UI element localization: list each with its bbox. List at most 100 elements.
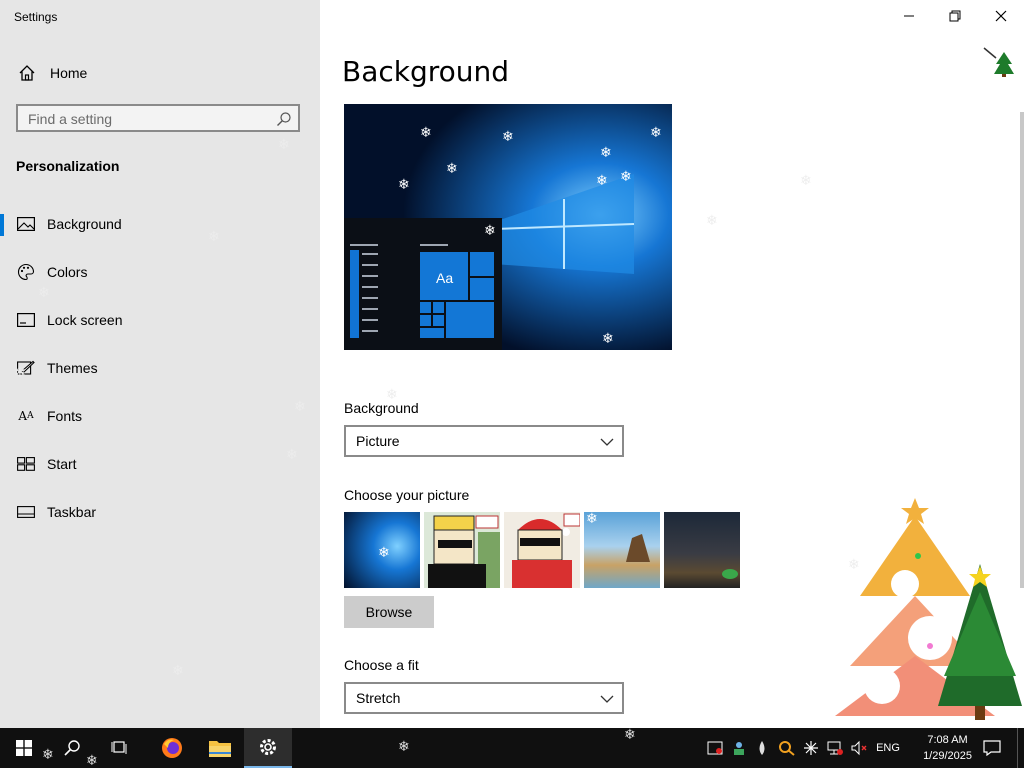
sidebar-item-label: Taskbar [47, 504, 97, 520]
tray-app-icon-3[interactable] [776, 728, 798, 768]
taskbar-icon [17, 503, 35, 521]
sidebar-item-label: Themes [47, 360, 98, 376]
snowflake-icon: ❄ [86, 752, 98, 768]
snowflake-icon: ❄ [14, 364, 26, 380]
snowflake-icon: ❄ [386, 386, 398, 402]
sidebar-nav: Background Colors Lock screen Themes AA … [0, 200, 320, 536]
snowflake-icon: ❄ [42, 746, 54, 762]
snowflake-icon: ❄ [620, 168, 632, 184]
snowflake-icon: ❄ [172, 662, 184, 678]
sidebar-item-label: Start [47, 456, 77, 472]
search-icon [64, 740, 80, 756]
file-explorer-taskbar-button[interactable] [196, 728, 244, 768]
picture-thumbnail-3[interactable] [504, 512, 580, 588]
snowflake-icon: ❄ [378, 544, 390, 560]
search-input[interactable]: Find a setting [16, 104, 300, 132]
tray-app-icon-2[interactable] [728, 728, 750, 768]
picture-thumbnail-1[interactable]: ❄ [344, 512, 420, 588]
search-icon[interactable] [276, 111, 292, 127]
snowflake-icon: ❄ [596, 172, 608, 188]
notification-icon [983, 740, 1001, 756]
choose-fit-label: Choose a fit [344, 657, 419, 673]
browse-button[interactable]: Browse [344, 596, 434, 628]
task-view-icon [111, 741, 127, 754]
clock-date: 1/29/2025 [923, 750, 972, 762]
tray-app-icon-1[interactable] [704, 728, 726, 768]
close-button[interactable] [978, 0, 1024, 32]
snowflake-icon: ❄ [600, 144, 612, 160]
window-controls [886, 0, 1024, 32]
sidebar-item-lock-screen[interactable]: Lock screen [0, 296, 320, 344]
sidebar-item-themes[interactable]: Themes [0, 344, 320, 392]
gear-icon [260, 739, 276, 755]
picture-thumbnail-5[interactable] [664, 512, 740, 588]
folder-icon [209, 741, 231, 757]
sidebar-item-start[interactable]: Start [0, 440, 320, 488]
fit-dropdown-value: Stretch [356, 690, 401, 706]
search-placeholder: Find a setting [28, 111, 113, 127]
chevron-down-icon [600, 438, 614, 446]
preview-tile-text: Aa [436, 270, 454, 286]
volume-muted-icon[interactable] [848, 728, 870, 768]
picture-thumbnail-4[interactable]: ❄ [584, 512, 660, 588]
notifications-button[interactable] [978, 728, 1006, 768]
background-preview: Aa ❄ ❄ ❄ ❄ ❄ ❄ ❄ ❄ ❄ ❄ [344, 104, 672, 350]
snowflake-icon: ❄ [650, 124, 662, 140]
snowflake-icon: ❄ [294, 398, 306, 414]
sidebar-item-fonts[interactable]: AA Fonts [0, 392, 320, 440]
restore-button[interactable] [932, 0, 978, 32]
show-desktop-button[interactable] [1017, 728, 1024, 768]
sidebar-item-label: Colors [47, 264, 88, 280]
snowflake-icon: ❄ [278, 136, 290, 152]
taskbar: ❄ ❄ ❄ ❄ ENG 7:08 AM 1/29/2025 [0, 726, 1024, 768]
task-view-button[interactable] [96, 728, 144, 768]
snowflake-icon: ❄ [420, 124, 432, 140]
sidebar-item-label: Fonts [47, 408, 83, 424]
snowflake-icon: ❄ [484, 222, 496, 238]
snowflake-icon: ❄ [398, 738, 410, 754]
background-label: Background [344, 400, 419, 416]
home-icon [19, 65, 35, 81]
chevron-down-icon [600, 695, 614, 703]
snowflake-icon: ❄ [848, 556, 860, 572]
tray-snowflake-icon[interactable] [800, 728, 822, 768]
clock[interactable]: 7:08 AM 1/29/2025 [923, 732, 972, 764]
snowflake-icon: ❄ [398, 176, 410, 192]
snowflake-icon: ❄ [800, 172, 812, 188]
firefox-taskbar-button[interactable] [148, 728, 196, 768]
firefox-icon [162, 738, 182, 758]
settings-taskbar-button[interactable] [244, 728, 292, 768]
snowflake-icon: ❄ [586, 512, 598, 526]
tray-drop-icon[interactable] [752, 728, 772, 768]
minimize-button[interactable] [886, 0, 932, 32]
snowflake-icon: ❄ [602, 330, 614, 346]
christmas-decoration-icon [835, 498, 1022, 720]
page-title: Background [342, 55, 510, 88]
choose-picture-label: Choose your picture [344, 487, 470, 503]
fonts-icon: AA [18, 409, 34, 423]
start-icon [17, 455, 35, 473]
snowflake-icon: ❄ [286, 446, 298, 462]
sidebar-item-label: Lock screen [47, 312, 123, 328]
app-title: Settings [14, 10, 58, 24]
picture-thumbnail-2[interactable] [424, 512, 500, 588]
main-content: Background Aa ❄ ❄ ❄ ❄ ❄ ❄ ❄ ❄ ❄ ❄ Backgr… [320, 0, 1024, 728]
snowflake-icon: ❄ [502, 128, 514, 144]
snowflake-icon: ❄ [38, 284, 50, 300]
palette-icon [17, 263, 35, 281]
sidebar: Settings Home Find a setting Personaliza… [0, 0, 320, 728]
background-dropdown[interactable]: Picture [344, 425, 624, 457]
sidebar-item-background[interactable]: Background [0, 200, 320, 248]
home-nav-item[interactable]: Home [0, 57, 320, 89]
xmas-tree-icon [983, 47, 1014, 77]
start-button[interactable] [0, 728, 48, 768]
network-icon[interactable] [824, 728, 846, 768]
snowflake-icon: ❄ [706, 212, 718, 228]
sidebar-item-taskbar[interactable]: Taskbar [0, 488, 320, 536]
picture-icon [17, 215, 35, 233]
background-dropdown-value: Picture [356, 433, 400, 449]
snowflake-icon: ❄ [624, 726, 636, 742]
fit-dropdown[interactable]: Stretch [344, 682, 624, 714]
language-indicator[interactable]: ENG [872, 728, 904, 768]
clock-time: 7:08 AM [927, 734, 968, 746]
